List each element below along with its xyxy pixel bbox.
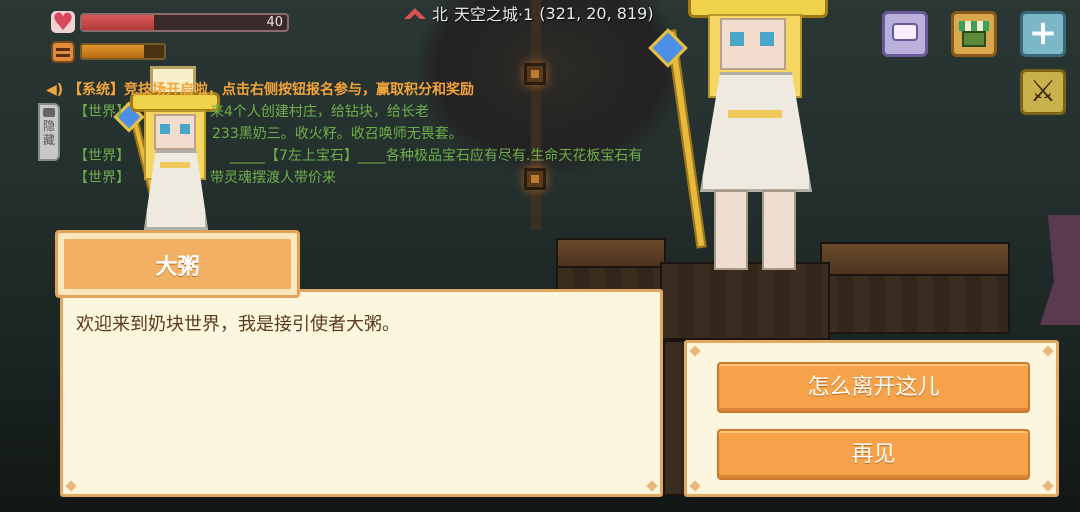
crossed-swords-icon: ⚔ (1029, 74, 1057, 109)
shop-icon-body (962, 31, 986, 47)
plus-icon: + (1028, 13, 1058, 53)
chat-channel: 【系统】 (68, 82, 124, 98)
location-display: 北 天空之城·1 (321, 20, 819) (404, 2, 654, 24)
wood-block (820, 242, 1010, 276)
purple-crystal (1040, 215, 1080, 325)
health-bar-fill (82, 15, 154, 30)
chat-message: 来4个人创建村庄，给钻块，给长老 (210, 104, 429, 120)
shop-button[interactable] (951, 11, 997, 57)
chat-button[interactable] (882, 11, 928, 57)
arena-button[interactable]: ⚔ (1020, 69, 1066, 115)
chat-message: 竞技场开启啦，点击右侧按钮报名参与，赢取积分和奖励 (124, 82, 474, 98)
direction-label: 北 (432, 5, 449, 24)
chat-message: _____【7左上宝石】____各种极品宝石应有尽有.生命天花板宝石有 (230, 148, 643, 164)
choice-goodbye-button[interactable]: 再见 (717, 429, 1030, 480)
shop-icon (959, 21, 989, 31)
npc-name-tag: 大粥 (55, 230, 300, 298)
coordinates: (321, 20, 819) (539, 3, 654, 23)
chat-icon (892, 23, 918, 41)
chat-line: 233黑奶三。收火籽。收召唤师无畏套。 (46, 123, 686, 145)
dialog-box: 欢迎来到奶块世界，我是接引使者大粥。 (60, 289, 663, 497)
plus-button[interactable]: + (1020, 11, 1066, 57)
health-bar: 40 (80, 13, 289, 32)
chat-line: 【世界】 _____【7左上宝石】____各种极品宝石应有尽有.生命天花板宝石有 (46, 145, 686, 167)
chat-message: 带灵魂摆渡人带价来 (210, 170, 336, 186)
hunger-bar-fill (82, 45, 144, 58)
corner-ornament (646, 480, 658, 492)
dialog-message: 欢迎来到奶块世界，我是接引使者大粥。 (76, 314, 400, 335)
corner-ornament (1042, 480, 1054, 492)
compass-icon (404, 7, 426, 19)
chat-line: 【世界】 来4个人创建村庄，给钻块，给长老 (46, 101, 686, 123)
wood-block (820, 274, 1010, 334)
chat-icon (43, 108, 55, 117)
chat-channel: 【世界】 (74, 148, 130, 164)
corner-ornament (689, 480, 701, 492)
corner-ornament (1042, 345, 1054, 357)
corner-ornament (689, 345, 701, 357)
chat-channel: 【世界】 (74, 104, 130, 120)
npc-name: 大粥 (155, 255, 200, 280)
chat-log: ◀) 【系统】竞技场开启啦，点击右侧按钮报名参与，赢取积分和奖励 【世界】 来4个人… (46, 79, 686, 189)
speaker-icon: ◀) (46, 82, 64, 98)
chat-line: 【世界】 带灵魂摆渡人带价来 (46, 167, 686, 189)
heart-icon: ♥ (51, 8, 75, 36)
chat-channel: 【世界】 (74, 170, 130, 186)
choice-box: 怎么离开这儿 再见 (684, 340, 1059, 497)
corner-ornament (65, 480, 77, 492)
world-name: 天空之城·1 (454, 5, 534, 24)
hide-chat-button[interactable]: 隐藏 (38, 103, 60, 161)
health-value: 40 (266, 15, 283, 30)
hunger-bar (80, 43, 166, 60)
hunger-icon (51, 41, 75, 63)
hide-chat-label: 隐藏 (42, 119, 55, 147)
chat-message: 233黑奶三。收火籽。收召唤师无畏套。 (212, 126, 463, 142)
choice-leave-button[interactable]: 怎么离开这儿 (717, 362, 1030, 413)
chat-line: ◀) 【系统】竞技场开启啦，点击右侧按钮报名参与，赢取积分和奖励 (46, 79, 686, 101)
